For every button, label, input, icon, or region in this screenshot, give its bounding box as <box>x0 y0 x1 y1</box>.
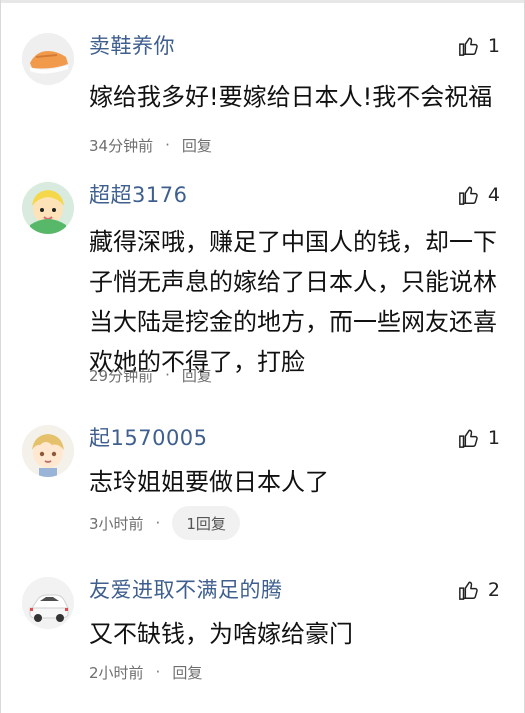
cartoon-avatar-icon <box>22 182 74 234</box>
car-avatar-icon <box>22 577 74 629</box>
anime-avatar-icon <box>22 425 74 477</box>
avatar-shoe[interactable] <box>22 33 74 85</box>
comment-text: 藏得深哦，赚足了中国人的钱，却一下子悄无声息的嫁给了日本人，只能说林当大陆是挖金… <box>89 228 497 376</box>
comments-screen: 卖鞋养你 1 嫁给我多好!要嫁给日本人!我不会祝福 34分钟前 · 回复 超超3… <box>0 0 525 713</box>
comment-meta: 34分钟前 · 回复 <box>89 129 212 161</box>
thumbs-up-icon <box>459 429 478 448</box>
avatar-cartoon-blonde[interactable] <box>22 182 74 234</box>
comment-text: 志玲姐姐要做日本人了 <box>89 468 329 496</box>
thumbs-up-icon <box>459 186 478 205</box>
comment-text: 又不缺钱，为啥嫁给豪门 <box>89 620 353 648</box>
like-count: 1 <box>487 427 500 449</box>
top-divider <box>1 0 524 3</box>
comment-time: 2小时前 <box>89 663 144 682</box>
comment-meta: 29分钟前 · 回复 <box>89 359 212 391</box>
comment-meta: 3小时前 · 1回复 <box>89 506 240 540</box>
thumbs-up-icon <box>459 581 478 600</box>
reply-button[interactable]: 回复 <box>182 365 212 386</box>
comment-text: 嫁给我多好!要嫁给日本人!我不会祝福 <box>89 83 493 111</box>
meta-separator: · <box>155 514 161 532</box>
comment-time: 3小时前 <box>89 514 144 533</box>
avatar-anime[interactable] <box>22 425 74 477</box>
like-button[interactable]: 4 <box>458 179 500 211</box>
like-button[interactable]: 1 <box>458 30 500 62</box>
like-button[interactable]: 2 <box>458 574 500 606</box>
comment-time: 34分钟前 <box>89 136 154 155</box>
shoe-avatar-icon <box>22 33 74 85</box>
comment-username[interactable]: 卖鞋养你 <box>89 30 175 60</box>
meta-separator: · <box>155 663 161 681</box>
reply-button[interactable]: 回复 <box>182 135 212 156</box>
comment-meta: 2小时前 · 回复 <box>89 656 202 688</box>
meta-separator: · <box>165 366 170 384</box>
like-count: 1 <box>487 35 500 57</box>
thumbs-up-icon <box>459 37 478 56</box>
like-button[interactable]: 1 <box>458 422 500 454</box>
avatar-car[interactable] <box>22 577 74 629</box>
meta-separator: · <box>165 136 170 154</box>
like-count: 4 <box>487 184 500 206</box>
comment-username[interactable]: 友爱进取不满足的腾 <box>89 574 283 604</box>
comment-time: 29分钟前 <box>89 366 154 385</box>
comment-username[interactable]: 起1570005 <box>89 422 208 452</box>
comment-username[interactable]: 超超3176 <box>89 179 187 209</box>
like-count: 2 <box>487 579 500 601</box>
reply-count-pill[interactable]: 1回复 <box>172 506 240 540</box>
reply-button[interactable]: 回复 <box>172 662 202 683</box>
